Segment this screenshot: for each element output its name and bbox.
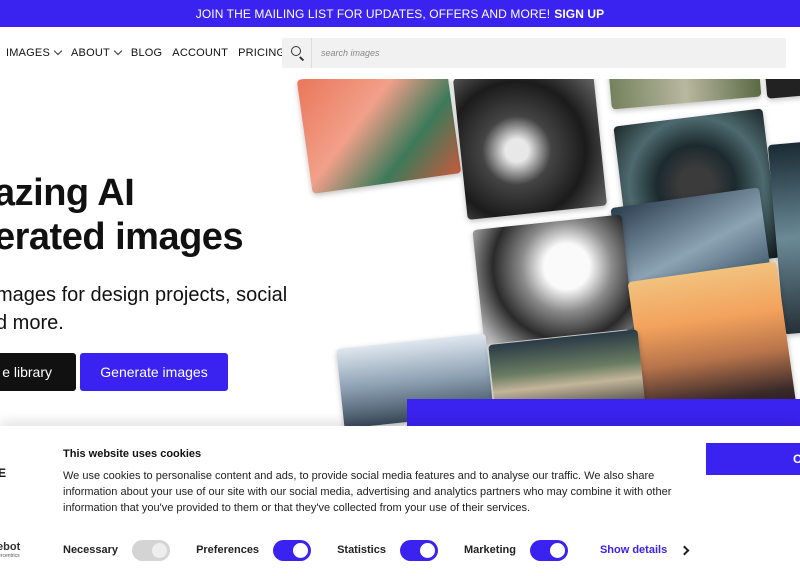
toggle-statistics: Statistics [337,539,438,561]
hero-title-line-1: azing AI [0,172,135,214]
gallery-image[interactable] [472,214,634,345]
toggle-label: Statistics [337,544,386,556]
nav-item-label: ACCOUNT [172,47,229,59]
cookiebot-logo-sub: ercentrics [0,553,20,559]
search-icon[interactable] [282,38,312,68]
nav-item-label: ABOUT [71,47,110,59]
chevron-right-icon [679,545,690,555]
signup-link[interactable]: SIGN UP [554,7,604,21]
hero-subtitle: mages for design projects, social d more… [0,281,287,337]
cookie-body: We use cookies to personalise content an… [63,470,672,514]
chevron-down-icon [53,46,63,56]
gallery-image[interactable] [608,79,762,110]
nav-item-label: BLOG [130,47,163,59]
gallery-image[interactable] [452,79,608,220]
nav-item-account[interactable]: ACCOUNT [172,47,228,59]
cookie-accept-label: O [793,452,800,466]
hero-subtitle-line-2: d more. [0,312,64,334]
nav-item-label: IMAGES [6,47,50,59]
hero-subtitle-line-1: mages for design projects, social [0,284,288,306]
toggle-label: Necessary [63,544,119,556]
toggle-preferences: Preferences [196,539,312,561]
cookie-title: This website uses cookies [63,448,202,460]
toggle-label: Marketing [463,544,516,556]
cookie-banner: E iebot ercentrics This website uses coo… [0,426,800,576]
marketing-switch[interactable] [529,539,568,561]
hero-accent-bar [407,399,800,426]
nav-item-blog[interactable]: BLOG [131,47,162,59]
cookie-accept-button[interactable]: O [706,443,800,475]
hero-section: azing AI erated images mages for design … [0,79,800,426]
statistics-switch[interactable] [399,539,438,561]
cookie-edge-text: E [0,466,7,480]
gallery-image[interactable] [764,79,800,99]
toggle-necessary: Necessary [63,539,171,561]
promo-text: JOIN THE MAILING LIST FOR UPDATES, OFFER… [195,6,551,21]
promo-banner: JOIN THE MAILING LIST FOR UPDATES, OFFER… [0,0,800,27]
toggle-marketing: Marketing [463,539,568,561]
preferences-switch[interactable] [273,539,312,561]
toggle-label: Preferences [196,544,260,556]
show-details-label: Show details [599,544,668,556]
cookiebot-logo: iebot [0,541,21,553]
show-details-link[interactable]: Show details [599,544,690,556]
image-collage [296,79,800,426]
nav-menu: IMAGES ABOUT BLOG ACCOUNT PRICING [6,27,285,79]
cookie-toggles: Necessary Preferences Statistics Marketi… [63,539,690,561]
search-input[interactable] [312,38,786,68]
hero-title-line-2: erated images [0,216,244,258]
browse-library-button[interactable]: e library [0,353,76,391]
nav-item-about[interactable]: ABOUT [71,46,123,59]
chevron-down-icon [113,46,123,56]
nav-item-label: PRICING [238,47,286,59]
necessary-switch [132,539,171,561]
generate-images-button[interactable]: Generate images [80,353,228,391]
hero-title: azing AI erated images [0,171,244,259]
nav-item-pricing[interactable]: PRICING [238,47,285,59]
search-bar [282,38,786,68]
nav-item-images[interactable]: IMAGES [6,46,63,59]
gallery-image[interactable] [296,79,462,194]
